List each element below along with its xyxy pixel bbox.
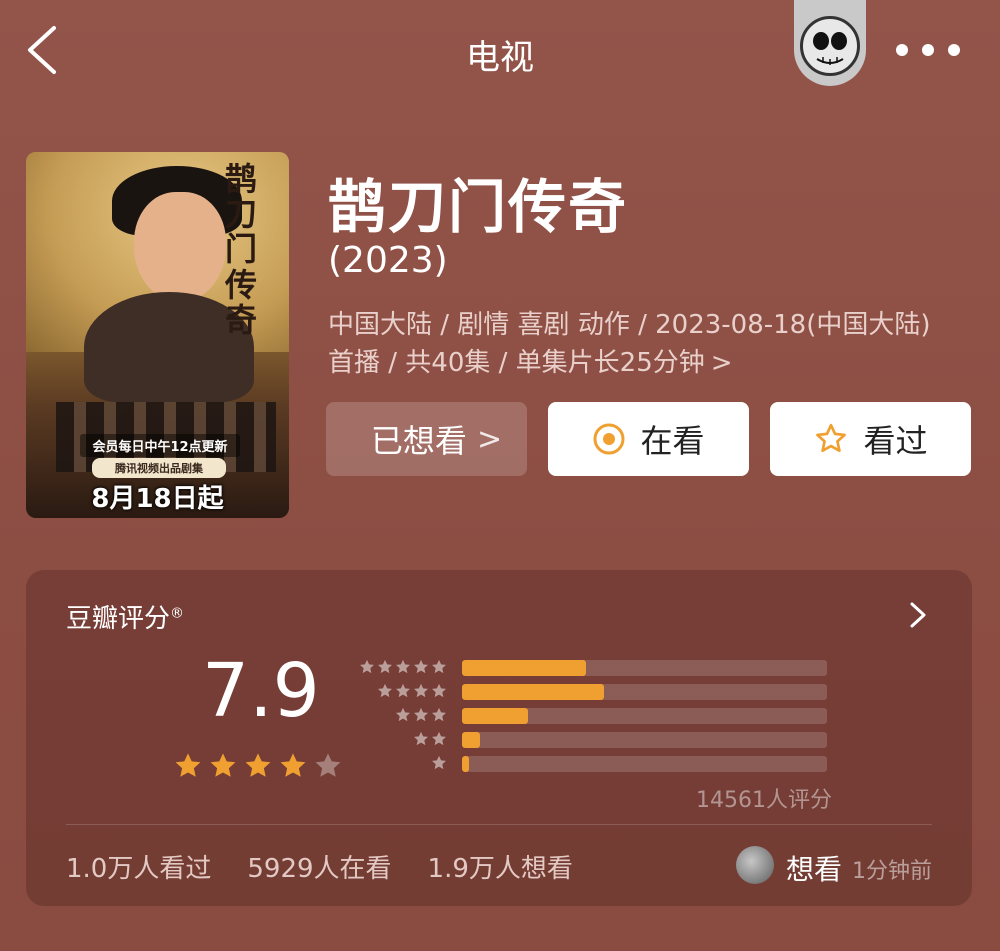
star-small-icon (378, 659, 392, 674)
star-small-icon (432, 731, 446, 746)
dot-icon (896, 44, 908, 56)
bar-track (462, 660, 827, 676)
registered-mark: ® (170, 605, 185, 622)
bar-track (462, 732, 827, 748)
score-stars (172, 750, 347, 782)
bar-stars (356, 682, 448, 700)
star-filled-icon (280, 753, 306, 777)
watching-label: 在看 (640, 422, 705, 460)
poster-update-text: 会员每日中午12点更新 (80, 434, 240, 457)
divider (66, 824, 932, 825)
rating-title: 豆瓣评分® (66, 604, 185, 634)
watching-button[interactable]: 在看 (548, 402, 749, 476)
show-title: 鹊刀门传奇 (328, 173, 629, 241)
rating-count: 14561人评分 (696, 788, 832, 813)
show-year: (2023) (328, 240, 448, 281)
stats-row: 1.0万人看过 5929人在看 1.9万人想看 (66, 848, 609, 885)
meta-line-1: 中国大陆 / 剧情 喜剧 动作 / 2023-08-18(中国大陆) (328, 310, 931, 340)
profile-avatar[interactable] (794, 0, 866, 86)
more-options-button[interactable] (896, 30, 960, 70)
wanted-button[interactable]: 已想看 > (326, 402, 527, 476)
wanted-label: 已想看 (370, 422, 467, 460)
star-small-icon (396, 707, 410, 722)
watched-label: 看过 (863, 422, 928, 460)
bar-stars (356, 754, 448, 772)
star-filled-icon (245, 753, 271, 777)
star-small-icon (414, 659, 428, 674)
rating-bar-row-3 (356, 706, 827, 726)
bar-track (462, 684, 827, 700)
bar-fill (462, 708, 528, 724)
bar-fill (462, 684, 605, 700)
star-small-icon (432, 707, 446, 722)
star-small-icon (360, 659, 374, 674)
bar-fill (462, 660, 587, 676)
rating-score: 7.9 (202, 648, 320, 734)
star-small-icon (396, 659, 410, 674)
user-avatar[interactable] (736, 846, 774, 884)
bar-track (462, 708, 827, 724)
bar-stars (356, 706, 448, 724)
poster-title-art: 鹊刀门传奇 (225, 160, 258, 339)
rating-bar-row-4 (356, 682, 827, 702)
target-circle-icon (593, 423, 625, 455)
poster-image[interactable]: 鹊刀门传奇 会员每日中午12点更新 腾讯视频出品剧集 8月18日起 (26, 152, 289, 518)
stat-wanted[interactable]: 1.9万人想看 (428, 848, 573, 885)
chevron-right-icon[interactable] (906, 600, 930, 630)
rating-bar-row-2 (356, 730, 827, 750)
star-small-icon (432, 683, 446, 698)
poster-producer-text: 腾讯视频出品剧集 (92, 458, 226, 478)
rating-bar-row-1 (356, 754, 827, 774)
stat-watched[interactable]: 1.0万人看过 (66, 848, 211, 885)
top-bar: 电视 (0, 0, 1000, 110)
star-small-icon (432, 755, 446, 770)
watched-button[interactable]: 看过 (770, 402, 971, 476)
dot-icon (922, 44, 934, 56)
star-small-icon (414, 731, 428, 746)
star-outline-icon (816, 423, 847, 453)
bar-track (462, 756, 827, 772)
bar-stars (356, 658, 448, 676)
star-filled-icon (210, 753, 236, 777)
dot-icon (948, 44, 960, 56)
star-empty-icon (315, 753, 341, 777)
skull-avatar-icon (800, 16, 860, 76)
bar-fill (462, 732, 481, 748)
rating-bar-row-5 (356, 658, 827, 678)
star-small-icon (396, 683, 410, 698)
page: 电视 鹊刀门传奇 会员每日中午12点更新 腾讯视频出品剧集 8月18日起 鹊刀门… (0, 0, 1000, 951)
rating-card[interactable]: 豆瓣评分® 7.9 14561人评分 1.0万人看过 5929人在看 1.9万人… (26, 570, 972, 906)
star-filled-icon (175, 753, 201, 777)
star-small-icon (432, 659, 446, 674)
star-small-icon (414, 683, 428, 698)
bar-fill (462, 756, 470, 772)
user-time: 1分钟前 (852, 859, 932, 884)
poster-date-text: 8月18日起 (91, 484, 224, 514)
stat-watching[interactable]: 5929人在看 (247, 848, 391, 885)
bar-stars (356, 730, 448, 748)
star-small-icon (378, 683, 392, 698)
chevron-right-icon: > (476, 421, 503, 457)
show-meta[interactable]: 中国大陆 / 剧情 喜剧 动作 / 2023-08-18(中国大陆) 首播 / … (328, 306, 988, 382)
user-action: 想看 (786, 853, 843, 886)
meta-line-2: 首播 / 共40集 / 单集片长25分钟 > (328, 348, 733, 378)
chevron-right-icon: > (710, 348, 733, 378)
star-small-icon (414, 707, 428, 722)
